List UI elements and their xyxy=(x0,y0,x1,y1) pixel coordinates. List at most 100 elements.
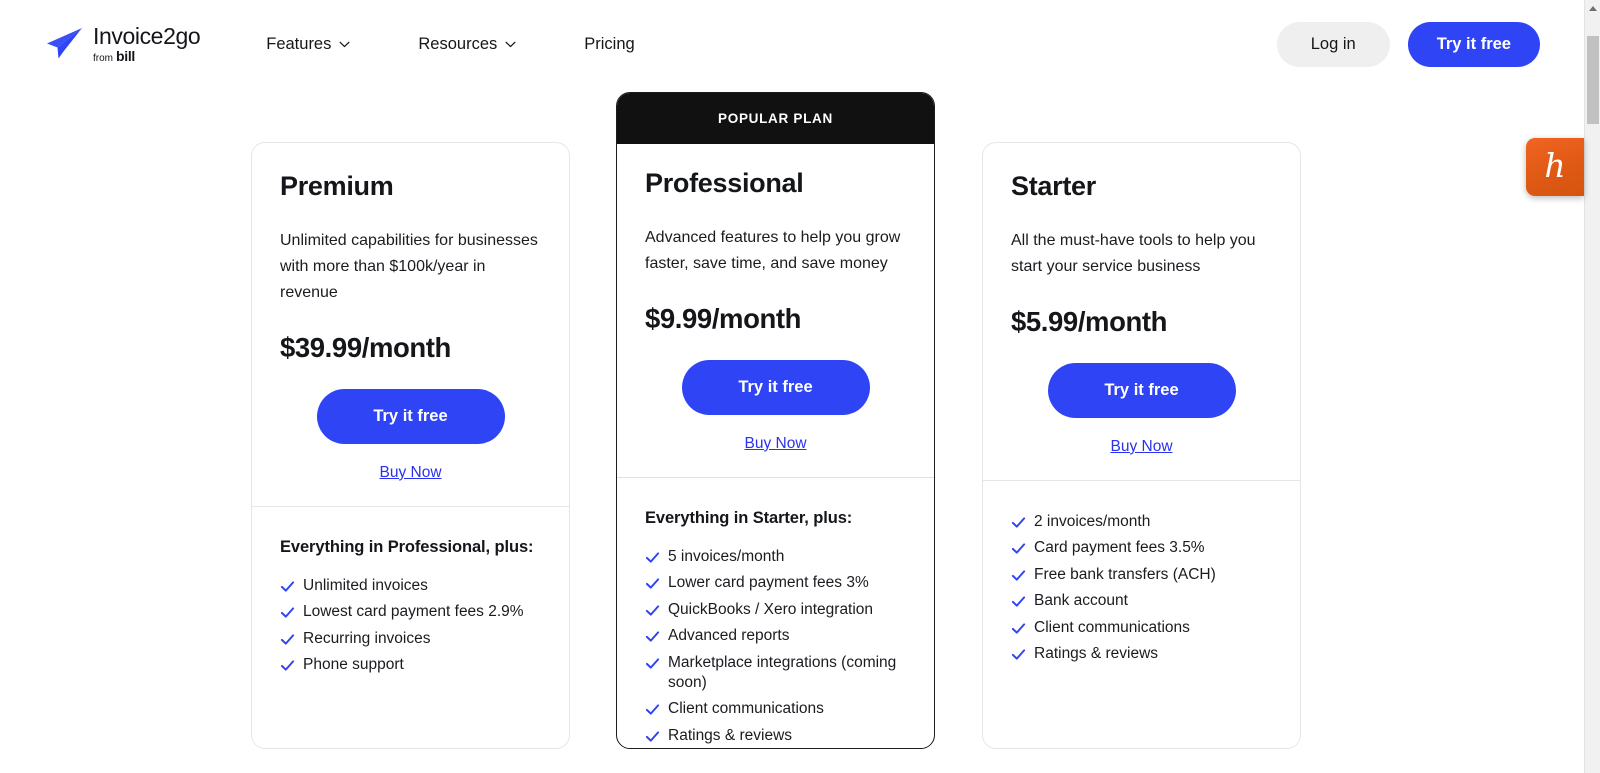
feature-label: Phone support xyxy=(303,656,404,674)
feature-label: 5 invoices/month xyxy=(668,547,785,565)
feature-label: Lower card payment fees 3% xyxy=(668,574,869,592)
check-icon xyxy=(645,631,660,642)
check-icon xyxy=(280,581,295,592)
plan-cta-professional: Try it free Buy Now xyxy=(645,359,906,453)
check-icon xyxy=(1011,596,1026,607)
card-features-premium: Everything in Professional, plus: Unlimi… xyxy=(252,507,569,748)
header-try-it-free-button[interactable]: Try it free xyxy=(1407,21,1540,67)
logo-from-text: from xyxy=(93,52,113,64)
check-icon xyxy=(645,578,660,589)
feature-label: Lowest card payment fees 2.9% xyxy=(303,603,524,621)
pricing-section: Premium Unlimited capabilities for busin… xyxy=(0,88,1584,773)
plan-description-premium: Unlimited capabilities for businesses wi… xyxy=(280,231,538,301)
check-icon xyxy=(645,605,660,616)
feature-item: 5 invoices/month xyxy=(645,547,906,567)
feature-label: Client communications xyxy=(1034,618,1190,636)
feature-label: 2 invoices/month xyxy=(1034,512,1151,530)
plan-description-starter: All the must-have tools to help you star… xyxy=(1011,231,1256,275)
feature-item: 2 invoices/month xyxy=(1011,512,1272,532)
feature-item: Free bank transfers (ACH) xyxy=(1011,565,1272,585)
feature-item: QuickBooks / Xero integration xyxy=(645,600,906,620)
nav-item-pricing[interactable]: Pricing xyxy=(564,25,654,64)
feature-list-professional: 5 invoices/month Lower card payment fees… xyxy=(645,547,906,746)
chevron-down-icon xyxy=(505,41,516,47)
plan-name-starter: Starter xyxy=(1011,171,1096,201)
site-header: Invoice2go from bill Features Resources xyxy=(0,0,1584,88)
feature-item: Marketplace integrations (coming soon) xyxy=(645,653,906,693)
card-top-professional: Professional Advanced features to help y… xyxy=(617,144,934,453)
check-icon xyxy=(1011,517,1026,528)
card-features-professional: Everything in Starter, plus: 5 invoices/… xyxy=(617,478,934,748)
paper-plane-icon xyxy=(47,28,82,59)
pricing-card-starter: Starter All the must-have tools to help … xyxy=(982,142,1301,749)
feature-item: Unlimited invoices xyxy=(280,576,541,596)
feature-label: Advanced reports xyxy=(668,627,790,645)
scrollbar-thumb[interactable] xyxy=(1587,36,1599,124)
plan-cta-premium: Try it free Buy Now xyxy=(280,388,541,482)
feature-item: Client communications xyxy=(1011,618,1272,638)
check-icon xyxy=(280,660,295,671)
buy-now-link-professional[interactable]: Buy Now xyxy=(744,435,806,453)
features-heading-professional: Everything in Starter, plus: xyxy=(645,508,853,527)
page-viewport: Invoice2go from bill Features Resources xyxy=(0,0,1600,773)
plan-description-professional: Advanced features to help you grow faste… xyxy=(645,228,901,272)
card-top-starter: Starter All the must-have tools to help … xyxy=(983,143,1300,456)
check-icon xyxy=(645,731,660,742)
plan-name-premium: Premium xyxy=(280,171,394,201)
feature-item: Bank account xyxy=(1011,591,1272,611)
check-icon xyxy=(1011,623,1026,634)
brand-logo[interactable]: Invoice2go from bill xyxy=(44,22,201,64)
feature-label: Unlimited invoices xyxy=(303,576,428,594)
feature-label: Ratings & reviews xyxy=(1034,645,1159,663)
buy-now-link-starter[interactable]: Buy Now xyxy=(1110,438,1172,456)
feature-item: Lower card payment fees 3% xyxy=(645,573,906,593)
scroll-up-arrow-icon[interactable] xyxy=(1585,0,1600,16)
feature-item: Lowest card payment fees 2.9% xyxy=(280,602,541,622)
check-icon xyxy=(1011,570,1026,581)
login-button[interactable]: Log in xyxy=(1276,21,1390,67)
try-it-free-button-professional[interactable]: Try it free xyxy=(681,359,870,415)
plan-price-premium: $39.99/month xyxy=(280,331,451,363)
nav-label-resources: Resources xyxy=(418,34,498,53)
feature-label: Recurring invoices xyxy=(303,629,431,647)
feature-label: Free bank transfers (ACH) xyxy=(1034,565,1216,583)
feature-item: Recurring invoices xyxy=(280,629,541,649)
plan-cta-starter: Try it free Buy Now xyxy=(1011,362,1272,456)
check-icon xyxy=(1011,543,1026,554)
header-actions: Log in Try it free xyxy=(1276,21,1540,67)
feature-label: Marketplace integrations (coming soon) xyxy=(668,653,897,691)
feature-item: Phone support xyxy=(280,655,541,675)
feature-list-premium: Unlimited invoices Lowest card payment f… xyxy=(280,576,541,676)
buy-now-link-premium[interactable]: Buy Now xyxy=(379,464,441,482)
pricing-cards: Premium Unlimited capabilities for busin… xyxy=(251,88,1301,773)
check-icon xyxy=(645,704,660,715)
main-navigation: Features Resources Pricing xyxy=(246,25,654,64)
plan-name-professional: Professional xyxy=(645,168,804,198)
check-icon xyxy=(645,658,660,669)
check-icon xyxy=(1011,649,1026,660)
nav-label-pricing: Pricing xyxy=(584,34,635,53)
page-scrollbar[interactable] xyxy=(1584,0,1600,773)
feature-item: Ratings & reviews xyxy=(645,726,906,746)
pricing-card-premium: Premium Unlimited capabilities for busin… xyxy=(251,142,570,749)
try-it-free-button-premium[interactable]: Try it free xyxy=(316,388,505,444)
honey-extension-icon: h xyxy=(1544,145,1566,185)
logo-wordmark: Invoice2go xyxy=(93,22,201,49)
features-heading-premium: Everything in Professional, plus: xyxy=(280,537,534,556)
feature-list-starter: 2 invoices/month Card payment fees 3.5% … xyxy=(1011,512,1272,665)
plan-price-starter: $5.99/month xyxy=(1011,305,1168,337)
pricing-card-professional: POPULAR PLAN Professional Advanced featu… xyxy=(616,92,935,749)
card-features-starter: 2 invoices/month Card payment fees 3.5% … xyxy=(983,481,1300,748)
check-icon xyxy=(280,634,295,645)
popular-plan-badge: POPULAR PLAN xyxy=(617,93,934,144)
feature-item: Advanced reports xyxy=(645,626,906,646)
honey-extension-button[interactable]: h xyxy=(1526,138,1584,196)
feature-item: Ratings & reviews xyxy=(1011,644,1272,664)
nav-item-resources[interactable]: Resources xyxy=(398,25,536,64)
feature-item: Card payment fees 3.5% xyxy=(1011,538,1272,558)
nav-item-features[interactable]: Features xyxy=(246,25,370,64)
feature-label: QuickBooks / Xero integration xyxy=(668,600,874,618)
check-icon xyxy=(280,607,295,618)
logo-bill-text: bill xyxy=(116,47,136,64)
try-it-free-button-starter[interactable]: Try it free xyxy=(1047,362,1236,418)
